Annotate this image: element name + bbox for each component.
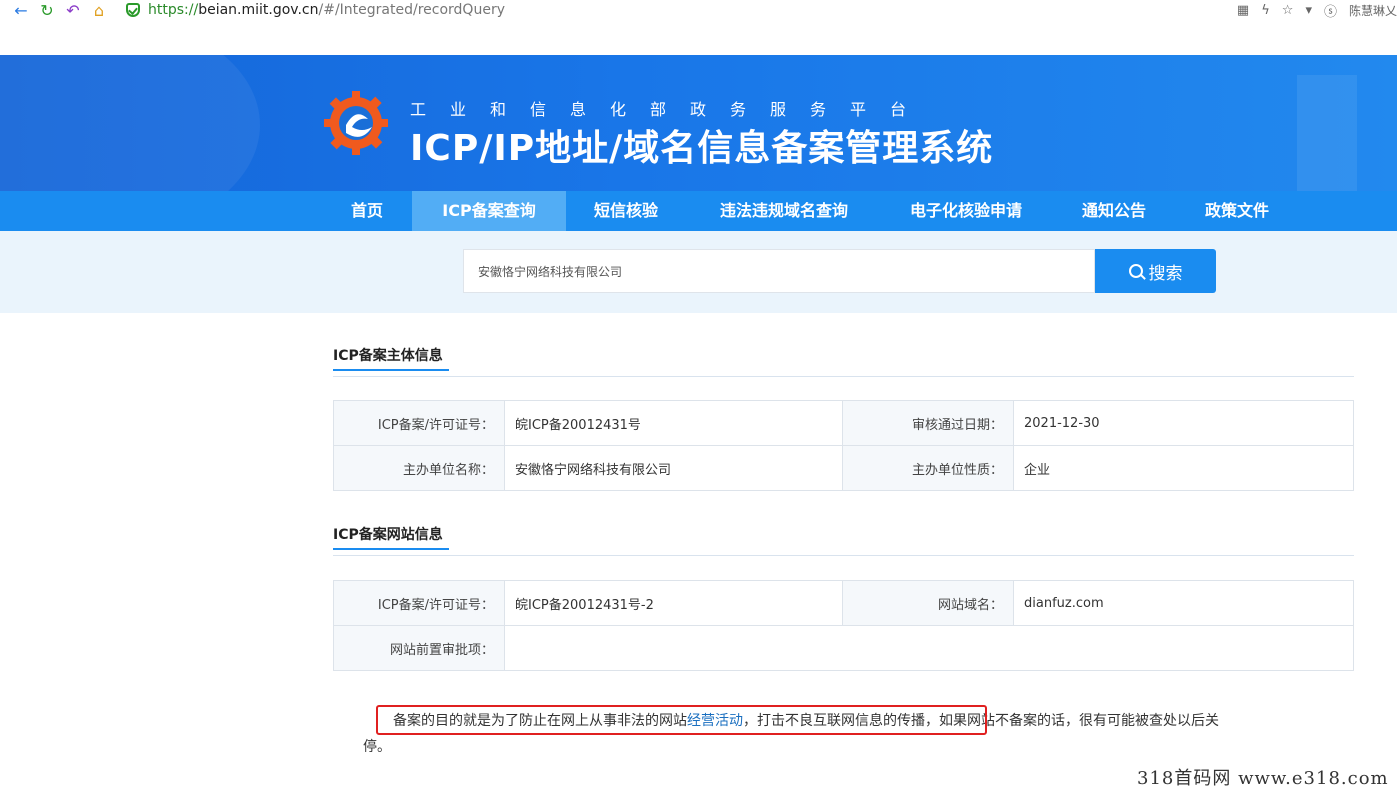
value-icp-license: 皖ICP备20012431号 (504, 400, 843, 446)
nav-illegal-domain-query[interactable]: 违法违规域名查询 (686, 191, 882, 231)
star-icon[interactable]: ☆ (1282, 3, 1294, 18)
table-row: 网站前置审批项： (333, 625, 1354, 671)
title-underline (333, 369, 449, 371)
value-organizer-name: 安徽恪宁网络科技有限公司 (504, 445, 843, 491)
label-icp-license: ICP备案/许可证号： (333, 400, 505, 446)
header-title: ICP/IP地址/域名信息备案管理系统 (410, 128, 994, 169)
url-host: beian.miit.gov.cn (198, 2, 319, 18)
value-approval-date: 2021-12-30 (1013, 400, 1354, 446)
site-info-title-text: ICP备案网站信息 (333, 527, 443, 543)
label-organizer-name: 主办单位名称： (333, 445, 505, 491)
nav-home[interactable]: 首页 (322, 191, 412, 231)
search-button-label: 搜索 (1148, 263, 1183, 284)
subject-info-title-text: ICP备案主体信息 (333, 348, 443, 364)
site-info-title: ICP备案网站信息 (333, 524, 449, 550)
label-site-domain: 网站域名： (842, 580, 1014, 626)
table-row: ICP备案/许可证号： 皖ICP备20012431号 审核通过日期： 2021-… (333, 400, 1354, 446)
nav-notices[interactable]: 通知公告 (1050, 191, 1178, 231)
user-name[interactable]: 陈慧琳乂 (1349, 2, 1397, 19)
lightning-icon[interactable]: ϟ (1261, 3, 1270, 18)
label-approval-date: 审核通过日期： (842, 400, 1014, 446)
search-button[interactable]: 搜索 (1095, 249, 1216, 293)
value-site-domain: dianfuz.com (1013, 580, 1354, 626)
miit-gear-logo-icon (324, 91, 388, 155)
value-pre-approval (504, 625, 1354, 671)
chevron-down-icon[interactable]: ▾ (1305, 3, 1312, 18)
nav-sms-verify[interactable]: 短信核验 (566, 191, 686, 231)
site-watermark: 318首码网 www.e318.com (1137, 768, 1389, 789)
value-site-license: 皖ICP备20012431号-2 (504, 580, 843, 626)
browser-right-tools: ▦ ϟ ☆ ▾ ⓢ 陈慧琳乂 (1237, 0, 1397, 20)
url-scheme: https:// (148, 2, 199, 18)
nav-e-verify-apply[interactable]: 电子化核验申请 (882, 191, 1050, 231)
search-input[interactable] (463, 249, 1095, 293)
site-info-table: ICP备案/许可证号： 皖ICP备20012431号-2 网站域名： dianf… (333, 580, 1354, 671)
section-divider (333, 376, 1354, 377)
secure-shield-icon (126, 3, 140, 17)
label-pre-approval: 网站前置审批项： (333, 625, 505, 671)
address-bar[interactable]: https://beian.miit.gov.cn/#/Integrated/r… (126, 2, 505, 18)
table-row: ICP备案/许可证号： 皖ICP备20012431号-2 网站域名： dianf… (333, 580, 1354, 626)
browser-toolbar: ← ↻ ↶ ⌂ https://beian.miit.gov.cn/#/Inte… (0, 0, 1397, 20)
refresh-icon[interactable]: ↻ (34, 0, 60, 20)
search-area: 搜索 (0, 231, 1397, 313)
subject-info-title: ICP备案主体信息 (333, 345, 449, 371)
undo-icon[interactable]: ↶ (60, 0, 86, 20)
nav-icp-query[interactable]: ICP备案查询 (412, 191, 566, 231)
search-icon (1128, 264, 1143, 278)
qr-code-icon[interactable]: ▦ (1237, 3, 1249, 18)
title-underline (333, 548, 449, 550)
home-icon[interactable]: ⌂ (86, 0, 112, 20)
annotation-red-box (376, 705, 987, 735)
header-subtitle: 工业和信息化部政务服务平台 (410, 100, 931, 119)
label-site-license: ICP备案/许可证号： (333, 580, 505, 626)
section-divider (333, 555, 1354, 556)
value-organizer-type: 企业 (1013, 445, 1354, 491)
subject-info-table: ICP备案/许可证号： 皖ICP备20012431号 审核通过日期： 2021-… (333, 400, 1354, 491)
table-row: 主办单位名称： 安徽恪宁网络科技有限公司 主办单位性质： 企业 (333, 445, 1354, 491)
label-organizer-type: 主办单位性质： (842, 445, 1014, 491)
site-header: 工业和信息化部政务服务平台 ICP/IP地址/域名信息备案管理系统 (0, 55, 1397, 191)
main-nav: 首页 ICP备案查询 短信核验 违法违规域名查询 电子化核验申请 通知公告 政策… (0, 191, 1397, 231)
account-icon[interactable]: ⓢ (1324, 1, 1337, 20)
back-icon[interactable]: ← (8, 0, 34, 20)
nav-policy-docs[interactable]: 政策文件 (1178, 191, 1296, 231)
url-path: /#/Integrated/recordQuery (318, 2, 505, 18)
